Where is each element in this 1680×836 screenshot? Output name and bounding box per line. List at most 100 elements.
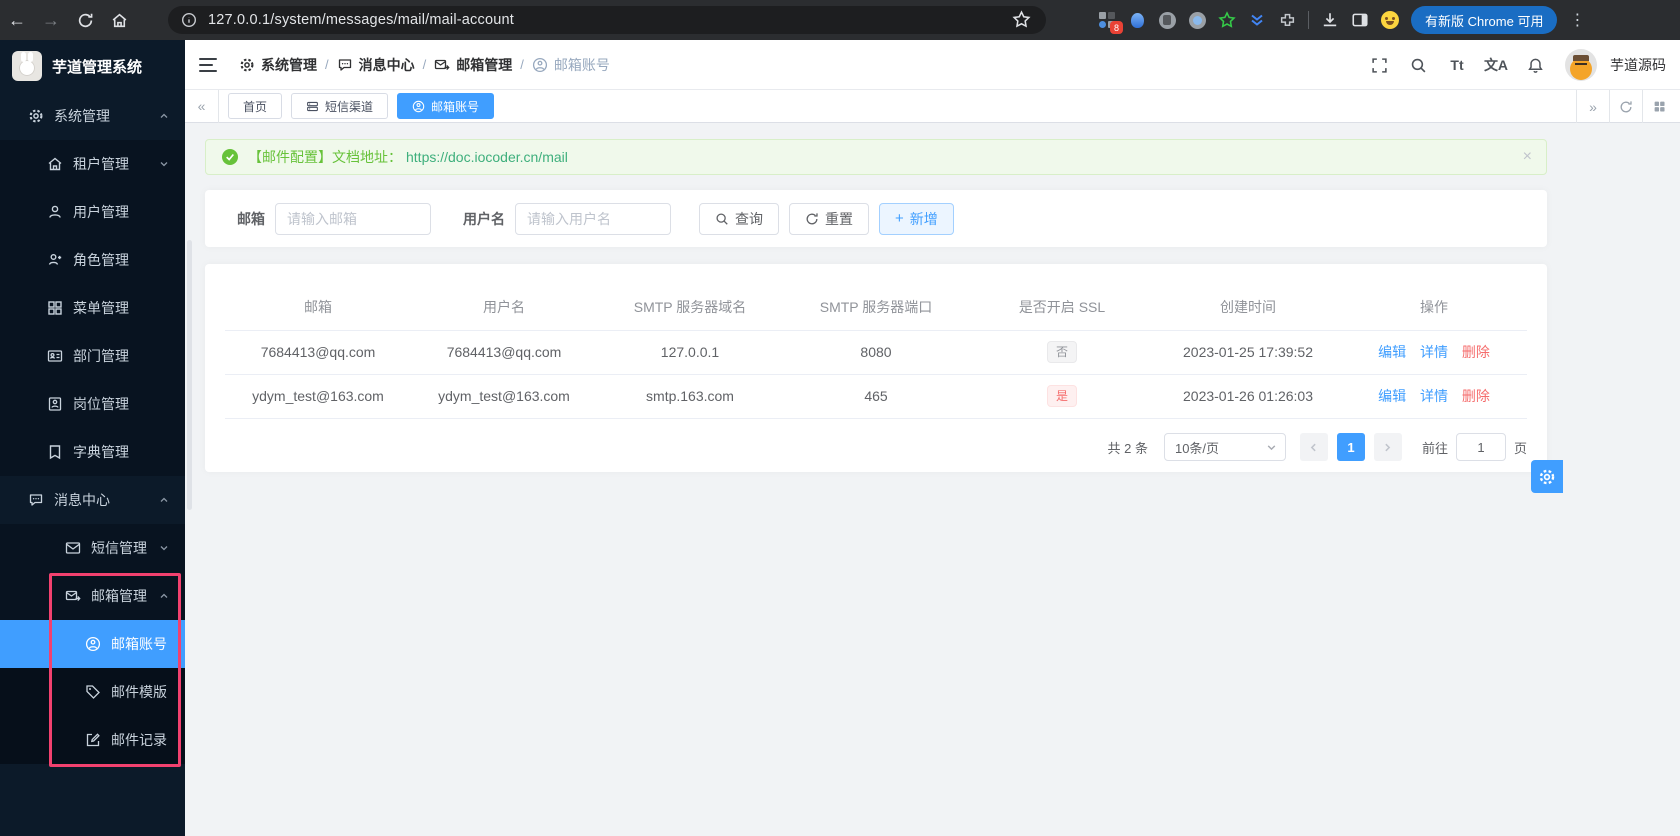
app-logo[interactable]: 芋道管理系统 (0, 40, 185, 92)
breadcrumb-item-message[interactable]: 消息中心 (337, 55, 415, 75)
goto-page-input[interactable] (1455, 433, 1506, 461)
sidebar-item-message-center[interactable]: 消息中心 (0, 476, 185, 524)
sidebar-item-dict-management[interactable]: 字典管理 (0, 428, 185, 476)
sidebar-item-mail-template[interactable]: 邮件模版 (0, 668, 185, 716)
extension-star-icon[interactable] (1218, 11, 1236, 29)
sidebar-item-department-management[interactable]: 部门管理 (0, 332, 185, 380)
screen: ← → 127.0.0.1/system/messages/mail/mail-… (0, 0, 1680, 836)
filter-card: 邮箱 用户名 查询 重置 + 新增 (205, 190, 1547, 247)
breadcrumb-item-mail[interactable]: 邮箱管理 (434, 55, 512, 75)
chevron-up-icon (160, 593, 168, 598)
alert-close-icon[interactable]: × (1523, 148, 1532, 166)
sidebar-collapse-icon[interactable] (199, 57, 217, 72)
reset-button[interactable]: 重置 (789, 202, 869, 235)
chrome-update-button[interactable]: 有新版 Chrome 可用 (1411, 6, 1558, 34)
sidebar-item-mail-management[interactable]: 邮箱管理 (0, 572, 185, 620)
profile-avatar-icon[interactable] (1381, 11, 1399, 29)
sidebar-item-system-management[interactable]: 系统管理 (0, 92, 185, 140)
pagination: 共 2 条 10条/页 1 前往 页 (1107, 433, 1527, 461)
next-page-button[interactable] (1373, 433, 1402, 461)
tabs-scroll-right-icon[interactable]: » (1576, 90, 1609, 123)
table-header-row: 邮箱 用户名 SMTP 服务器域名 SMTP 服务器端口 是否开启 SSL 创建… (225, 285, 1527, 331)
scrollbar-thumb[interactable] (187, 240, 192, 510)
menu-label: 系统管理 (54, 108, 110, 124)
side-panel-icon[interactable] (1351, 11, 1369, 29)
language-icon[interactable]: 文A (1484, 56, 1508, 74)
col-username: 用户名 (411, 285, 597, 331)
cell-port: 465 (783, 374, 969, 419)
browser-menu-icon[interactable]: ⋮ (1569, 10, 1585, 30)
sidebar-menu: 系统管理 租户管理 用户管理 角色管理 菜单管理 部门管理 岗位管理 字典管理 … (0, 92, 185, 764)
browser-back-icon[interactable]: ← (0, 5, 34, 35)
breadcrumb-separator: / (422, 57, 427, 72)
delete-link[interactable]: 删除 (1462, 388, 1490, 404)
tabs-refresh-icon[interactable] (1609, 90, 1642, 123)
cell-domain: smtp.163.com (597, 374, 783, 419)
edit-icon (86, 733, 100, 747)
email-filter-input[interactable] (275, 202, 431, 235)
edit-link[interactable]: 编辑 (1378, 344, 1406, 360)
envelope-icon (65, 542, 81, 554)
menu-label: 角色管理 (73, 252, 129, 268)
fullscreen-icon[interactable] (1370, 56, 1388, 74)
sidebar-item-sms-management[interactable]: 短信管理 (0, 524, 185, 572)
extension-chevrons-icon[interactable] (1248, 11, 1266, 29)
add-button[interactable]: + 新增 (879, 202, 954, 235)
extension-grid-icon[interactable]: 8 (1098, 11, 1123, 34)
bookmark-icon (49, 445, 61, 460)
menu-label: 岗位管理 (73, 396, 129, 412)
chevron-down-icon (160, 162, 168, 167)
prev-page-button[interactable] (1299, 433, 1328, 461)
tabs-scroll-left-icon[interactable]: « (185, 89, 219, 123)
site-info-icon[interactable] (178, 9, 200, 31)
browser-home-icon[interactable] (102, 5, 136, 35)
breadcrumb-item-system[interactable]: 系统管理 (239, 55, 317, 75)
user-avatar[interactable] (1565, 49, 1597, 81)
settings-gear-button[interactable] (1531, 460, 1563, 493)
username[interactable]: 芋道源码 (1610, 55, 1666, 75)
page-size-select[interactable]: 10条/页 (1163, 433, 1286, 461)
font-size-icon[interactable]: Tt (1448, 56, 1466, 74)
ssl-badge: 否 (1046, 340, 1077, 364)
sidebar-item-post-management[interactable]: 岗位管理 (0, 380, 185, 428)
tab-home[interactable]: 首页 (228, 93, 283, 119)
tab-sms-channel[interactable]: 短信渠道 (291, 93, 389, 119)
ssl-badge: 是 (1046, 384, 1077, 408)
tabs-layout-grid-icon[interactable] (1642, 90, 1675, 123)
id-card-icon (47, 350, 63, 362)
bell-icon[interactable] (1526, 56, 1544, 74)
toolbar-divider (1308, 11, 1309, 29)
search-icon[interactable] (1409, 56, 1427, 74)
sidebar-item-mail-log[interactable]: 邮件记录 (0, 716, 185, 764)
detail-link[interactable]: 详情 (1420, 344, 1448, 360)
sidebar-item-role-management[interactable]: 角色管理 (0, 236, 185, 284)
extension-dot-icon[interactable] (1188, 11, 1206, 29)
search-button[interactable]: 查询 (699, 202, 779, 235)
sidebar-item-user-management[interactable]: 用户管理 (0, 188, 185, 236)
delete-link[interactable]: 删除 (1462, 344, 1490, 360)
extension-circle-icon[interactable] (1158, 11, 1176, 29)
extensions-puzzle-icon[interactable] (1278, 11, 1296, 29)
mail-send-icon (435, 59, 450, 70)
sidebar-item-mail-account[interactable]: 邮箱账号 (0, 620, 185, 668)
tab-mail-account[interactable]: 邮箱账号 (397, 93, 495, 119)
total-count: 共 2 条 (1107, 440, 1148, 456)
account-circle-icon (85, 636, 101, 652)
downloads-icon[interactable] (1321, 11, 1339, 29)
address-bar[interactable]: 127.0.0.1/system/messages/mail/mail-acco… (168, 6, 1046, 34)
page-number-1[interactable]: 1 (1336, 433, 1365, 461)
edit-link[interactable]: 编辑 (1378, 388, 1406, 404)
browser-reload-icon[interactable] (68, 5, 102, 35)
sidebar-item-tenant-management[interactable]: 租户管理 (0, 140, 185, 188)
browser-forward-icon[interactable]: → (34, 5, 68, 35)
bookmark-star-icon[interactable] (1012, 10, 1031, 29)
chat-bubble-icon (338, 58, 351, 71)
chrome-update-label: 有新版 Chrome 可用 (1425, 13, 1544, 29)
mail-account-table: 邮箱 用户名 SMTP 服务器域名 SMTP 服务器端口 是否开启 SSL 创建… (225, 285, 1527, 419)
username-filter-input[interactable] (515, 202, 671, 235)
page-unit-label: 页 (1513, 440, 1527, 456)
alert-doc-link[interactable]: https://doc.iocoder.cn/mail (406, 149, 568, 165)
sidebar-item-menu-management[interactable]: 菜单管理 (0, 284, 185, 332)
detail-link[interactable]: 详情 (1420, 388, 1448, 404)
extension-balloon-icon[interactable] (1128, 11, 1146, 29)
